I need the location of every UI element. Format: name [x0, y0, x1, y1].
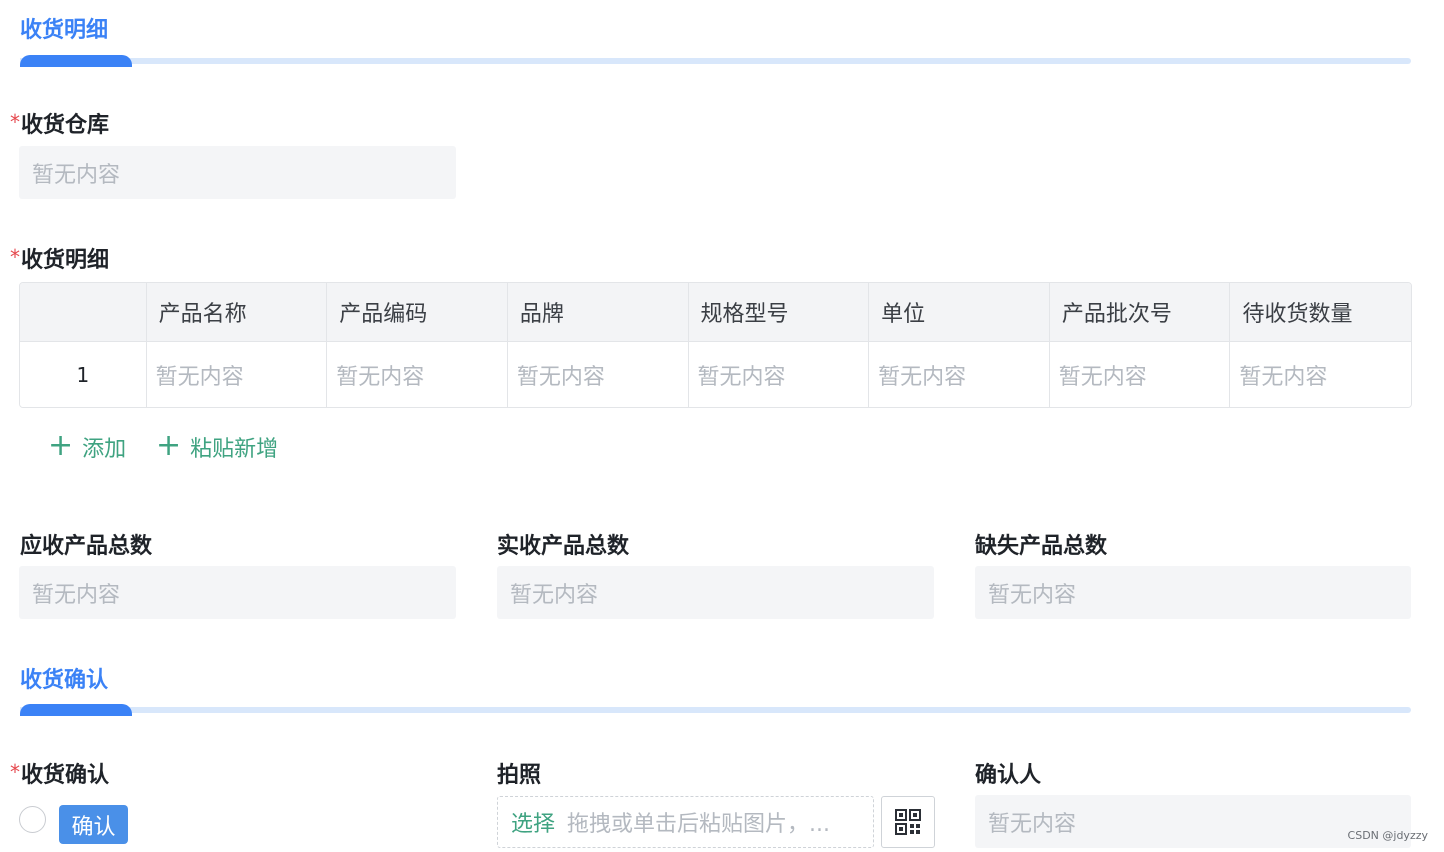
- table-header-cell: 待收货数量: [1242, 302, 1353, 327]
- table-header-cell: 产品批次号: [1050, 283, 1231, 341]
- watermark: CSDN @jdyzzy: [1347, 829, 1428, 842]
- section-divider: [20, 55, 1411, 67]
- photo-upload-dropzone[interactable]: 选择 拖拽或单击后粘贴图片，...: [497, 796, 874, 848]
- confirm-label: *收货确认: [10, 760, 110, 788]
- detail-label: *收货明细: [10, 245, 110, 273]
- required-mark: *: [10, 110, 20, 134]
- required-mark: *: [10, 760, 20, 784]
- table-row: 1 暂无内容 暂无内容 暂无内容 暂无内容 暂无内容 暂无内容 暂无内容: [20, 342, 1411, 407]
- expected-total-field[interactable]: 暂无内容: [19, 566, 456, 619]
- table-header-cell: 单位: [869, 283, 1050, 341]
- photo-label: 拍照: [497, 763, 542, 788]
- actual-total-field[interactable]: 暂无内容: [497, 566, 934, 619]
- section-divider: [20, 704, 1411, 716]
- table-header-cell: 产品名称: [147, 283, 328, 341]
- warehouse-field[interactable]: 暂无内容: [19, 146, 456, 199]
- confirmer-field[interactable]: 暂无内容: [975, 795, 1411, 848]
- confirmer-label: 确认人: [975, 763, 1042, 788]
- plus-icon: +: [156, 428, 182, 463]
- actual-total-label: 实收产品总数: [497, 534, 630, 559]
- photo-upload-hint: 拖拽或单击后粘贴图片，...: [567, 812, 830, 837]
- table-cell[interactable]: 暂无内容: [147, 342, 328, 407]
- table-cell-index: 1: [20, 342, 147, 407]
- receipt-detail-table: 产品名称 产品编码 品牌 规格型号 单位 产品批次号 待收货数量 1 暂无内容 …: [19, 282, 1412, 408]
- table-cell[interactable]: 暂无内容: [508, 342, 689, 407]
- confirm-radio[interactable]: [19, 806, 46, 833]
- table-cell[interactable]: 暂无内容: [1230, 342, 1411, 407]
- paste-add-button[interactable]: + 粘贴新增: [156, 431, 278, 463]
- warehouse-label: *收货仓库: [10, 110, 110, 138]
- table-header-cell: 品牌: [508, 283, 689, 341]
- qrcode-button[interactable]: [881, 796, 935, 848]
- qrcode-icon: [895, 809, 921, 835]
- table-cell[interactable]: 暂无内容: [869, 342, 1050, 407]
- section-title-receipt-confirm: 收货确认: [20, 668, 109, 693]
- required-mark: *: [10, 245, 20, 269]
- table-header-cell: 产品编码: [327, 283, 508, 341]
- table-header: 产品名称 产品编码 品牌 规格型号 单位 产品批次号 待收货数量: [20, 283, 1411, 342]
- expected-total-label: 应收产品总数: [20, 534, 153, 559]
- missing-total-field[interactable]: 暂无内容: [975, 566, 1411, 619]
- table-header-cell: [20, 283, 147, 341]
- table-cell[interactable]: 暂无内容: [689, 342, 870, 407]
- add-row-button[interactable]: + 添加: [48, 431, 126, 463]
- missing-total-label: 缺失产品总数: [975, 534, 1108, 559]
- section-title-receipt-detail: 收货明细: [20, 18, 109, 43]
- photo-select-link[interactable]: 选择: [511, 806, 555, 838]
- table-cell[interactable]: 暂无内容: [1050, 342, 1231, 407]
- plus-icon: +: [48, 428, 74, 463]
- confirm-button[interactable]: 确认: [59, 805, 128, 844]
- table-header-cell: 规格型号: [689, 283, 870, 341]
- table-cell[interactable]: 暂无内容: [327, 342, 508, 407]
